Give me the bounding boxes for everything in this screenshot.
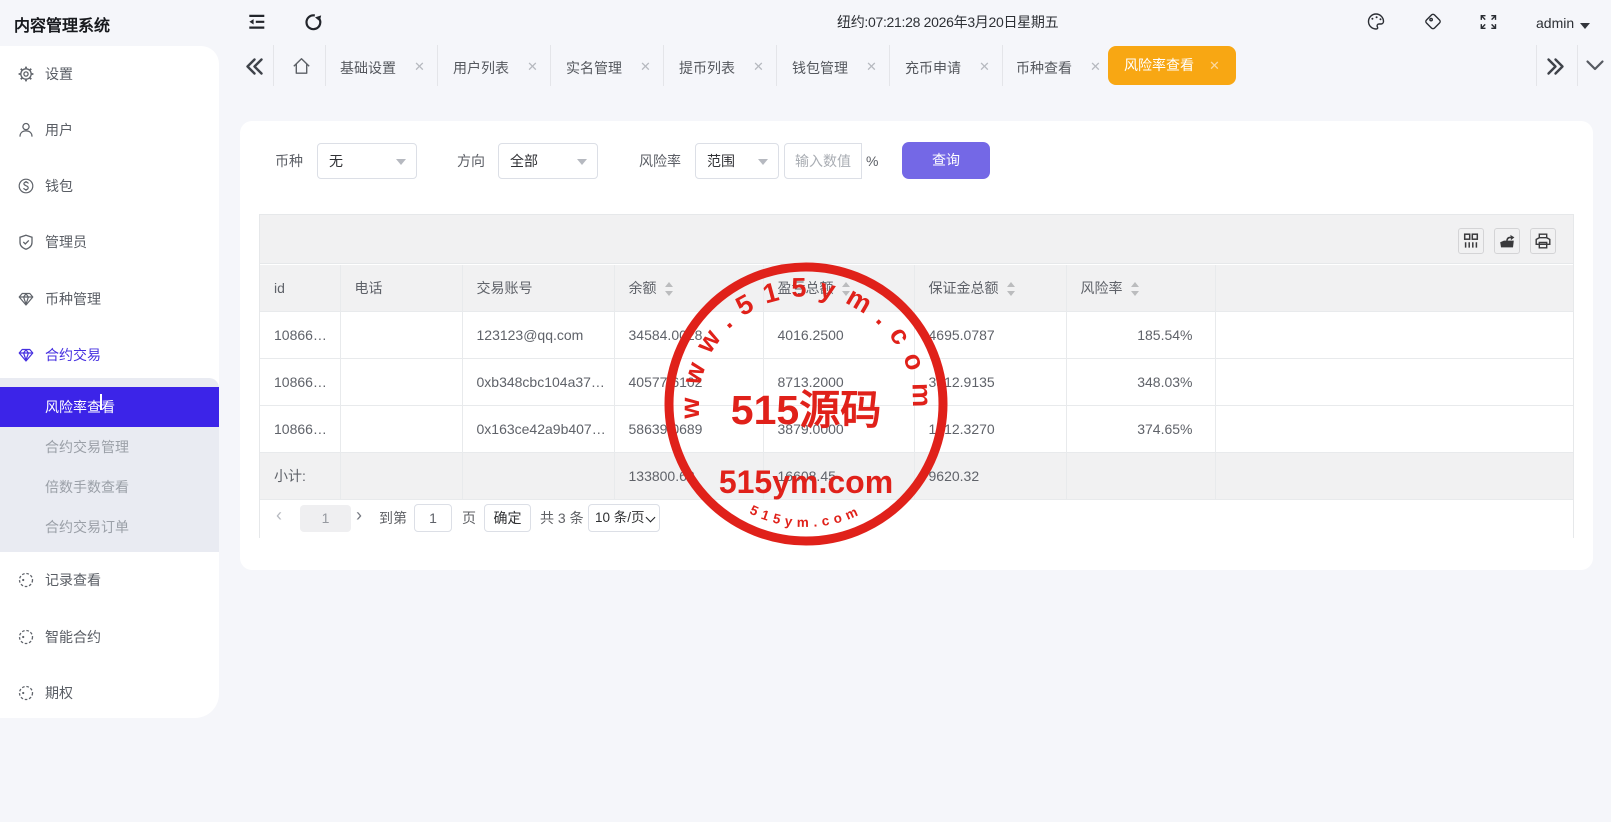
svg-text:515ym.com: 515ym.com [748, 502, 865, 530]
svg-text:515ym.com: 515ym.com [719, 464, 893, 500]
svg-text:515源码: 515源码 [731, 387, 881, 433]
